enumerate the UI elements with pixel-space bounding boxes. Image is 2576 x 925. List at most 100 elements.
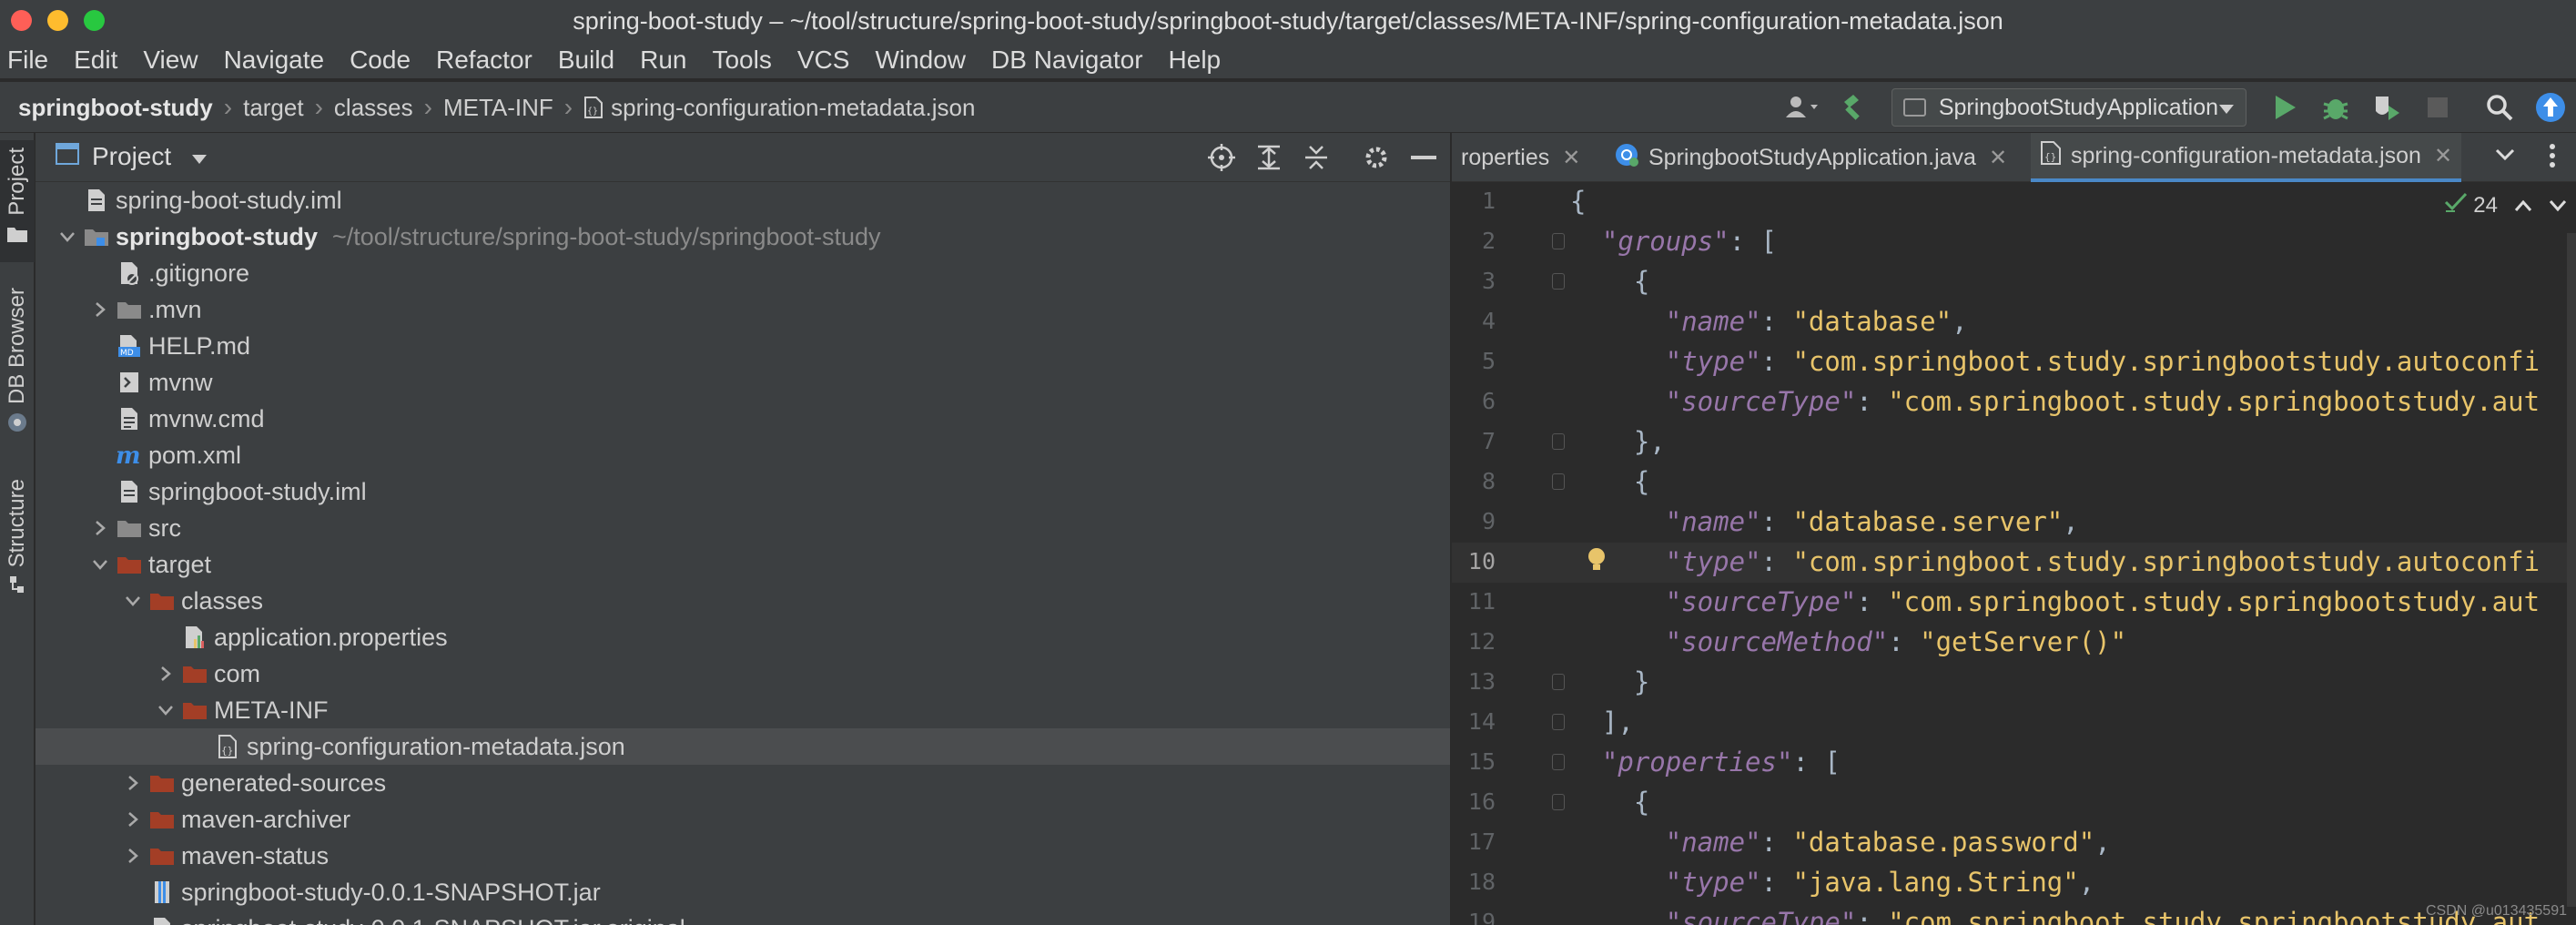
close-icon[interactable]: ✕ [1989, 145, 2007, 171]
editor-tab-properties[interactable]: roperties ✕ [1452, 133, 1589, 182]
fold-marker-icon[interactable] [1552, 233, 1565, 249]
tree-item[interactable]: MD HELP.md [35, 328, 1450, 364]
tab-list-chevron-icon[interactable] [2494, 146, 2516, 168]
more-options-icon[interactable] [2549, 142, 2556, 174]
chevron-down-icon[interactable] [86, 551, 114, 578]
menu-edit[interactable]: Edit [74, 46, 117, 75]
tree-item[interactable]: springboot-study.iml [35, 473, 1450, 510]
menu-navigate[interactable]: Navigate [224, 46, 325, 75]
run-icon[interactable] [2267, 89, 2303, 126]
project-tool-tab[interactable]: Project [0, 140, 35, 262]
chevron-right-icon[interactable] [152, 660, 179, 687]
tree-item[interactable]: spring-boot-study.iml [35, 182, 1450, 219]
chevron-down-icon[interactable] [54, 223, 81, 250]
code-editor[interactable]: 1{2 "groups": [3 {4 "name": "database", 5… [1452, 182, 2576, 925]
fold-marker-icon[interactable] [1552, 754, 1565, 770]
tree-item[interactable]: src [35, 510, 1450, 546]
project-view-selector[interactable]: Project [56, 142, 208, 171]
expand-all-icon[interactable] [1249, 137, 1289, 178]
tree-item[interactable]: target [35, 546, 1450, 583]
editor-tab-spring-configuration-metadata[interactable]: {} spring-configuration-metadata.json ✕ [2031, 133, 2462, 182]
menu-code[interactable]: Code [350, 46, 411, 75]
build-hammer-icon[interactable] [1835, 89, 1871, 126]
tree-item[interactable]: springboot-study-0.0.1-SNAPSHOT.jar.orig… [35, 910, 1450, 925]
menu-db-navigator[interactable]: DB Navigator [991, 46, 1143, 75]
menu-view[interactable]: View [143, 46, 198, 75]
menu-file[interactable]: File [7, 46, 48, 75]
chevron-right-icon[interactable] [119, 806, 147, 833]
tree-item[interactable]: generated-sources [35, 765, 1450, 801]
tree-item[interactable]: mvnw.cmd [35, 401, 1450, 437]
markdown-file-icon: MD [114, 330, 145, 361]
menu-refactor[interactable]: Refactor [436, 46, 532, 75]
tree-item[interactable]: maven-status [35, 838, 1450, 874]
fold-marker-icon[interactable] [1552, 674, 1565, 690]
tree-item[interactable]: com [35, 656, 1450, 692]
json-key: "name" [1665, 506, 1761, 537]
next-highlight-icon[interactable] [2549, 193, 2567, 219]
structure-tool-tab[interactable]: Structure [0, 479, 35, 599]
editor-tab-springboot-study-application[interactable]: SpringbootStudyApplication.java ✕ [1605, 133, 2016, 182]
menu-window[interactable]: Window [875, 46, 966, 75]
json-string: "com.springboot.study.springbootstudy.au… [1888, 386, 2541, 417]
breadcrumb-item[interactable]: springboot-study [18, 94, 213, 122]
chevron-right-icon[interactable] [119, 769, 147, 797]
fold-marker-icon[interactable] [1552, 433, 1565, 450]
menu-run[interactable]: Run [640, 46, 686, 75]
db-browser-tool-tab[interactable]: DB Browser [0, 288, 35, 438]
line-number: 14 [1467, 708, 1496, 735]
tree-item[interactable]: application.properties [35, 619, 1450, 656]
run-configuration-select[interactable]: SpringbootStudyApplication [1891, 88, 2246, 127]
menu-help[interactable]: Help [1169, 46, 1222, 75]
chevron-right-icon[interactable] [86, 514, 114, 542]
fold-marker-icon[interactable] [1552, 714, 1565, 730]
breadcrumb: springboot-study › target › classes › META-INF… [18, 82, 975, 133]
locate-file-icon[interactable] [1202, 137, 1242, 178]
chevron-right-icon[interactable] [86, 296, 114, 323]
run-with-coverage-icon[interactable] [2368, 89, 2405, 126]
tree-item[interactable]: .mvn [35, 291, 1450, 328]
debug-icon[interactable] [2317, 89, 2354, 126]
editor-scrollbar[interactable] [2567, 233, 2576, 907]
stop-icon[interactable] [2419, 89, 2456, 126]
chevron-down-icon[interactable] [152, 696, 179, 724]
close-icon[interactable]: ✕ [1562, 145, 1580, 171]
tree-item[interactable]: .gitignore [35, 255, 1450, 291]
fold-marker-icon[interactable] [1552, 273, 1565, 290]
menu-build[interactable]: Build [558, 46, 614, 75]
tree-item[interactable]: springboot-study-0.0.1-SNAPSHOT.jar [35, 874, 1450, 910]
svg-text:{}: {} [221, 745, 233, 757]
tree-item[interactable]: {} spring-configuration-metadata.json [35, 728, 1450, 765]
chevron-down-icon[interactable] [119, 587, 147, 615]
menu-tools[interactable]: Tools [712, 46, 771, 75]
json-file-icon: {} [583, 96, 603, 119]
gear-icon[interactable] [1356, 137, 1396, 178]
tree-item[interactable]: maven-archiver [35, 801, 1450, 838]
tree-item[interactable]: classes [35, 583, 1450, 619]
update-icon[interactable] [2532, 89, 2569, 126]
inspection-widget[interactable]: 24 [2444, 191, 2567, 219]
line-number: 8 [1481, 468, 1496, 494]
breadcrumb-item[interactable]: classes [334, 94, 413, 122]
breadcrumb-item[interactable]: spring-configuration-metadata.json [611, 94, 975, 122]
hide-panel-icon[interactable] [1404, 137, 1444, 178]
tree-item[interactable]: springboot-study ~/tool/structure/spring-… [35, 219, 1450, 255]
search-icon[interactable] [2481, 89, 2518, 126]
tree-item[interactable]: META-INF [35, 692, 1450, 728]
breadcrumb-item[interactable]: target [243, 94, 304, 122]
json-punctuation [1570, 827, 1666, 858]
module-folder-icon [81, 221, 112, 252]
tree-item[interactable]: m pom.xml [35, 437, 1450, 473]
chevron-right-icon[interactable] [119, 842, 147, 869]
breadcrumb-item[interactable]: META-INF [443, 94, 553, 122]
collapse-all-icon[interactable] [1296, 137, 1336, 178]
fold-marker-icon[interactable] [1552, 794, 1565, 810]
menu-vcs[interactable]: VCS [797, 46, 850, 75]
json-string: "database.server" [1792, 506, 2064, 537]
fold-marker-icon[interactable] [1552, 473, 1565, 490]
tree-item[interactable]: mvnw [35, 364, 1450, 401]
close-icon[interactable]: ✕ [2434, 143, 2452, 169]
previous-highlight-icon[interactable] [2514, 193, 2532, 219]
user-dropdown-icon[interactable] [1784, 89, 1820, 126]
